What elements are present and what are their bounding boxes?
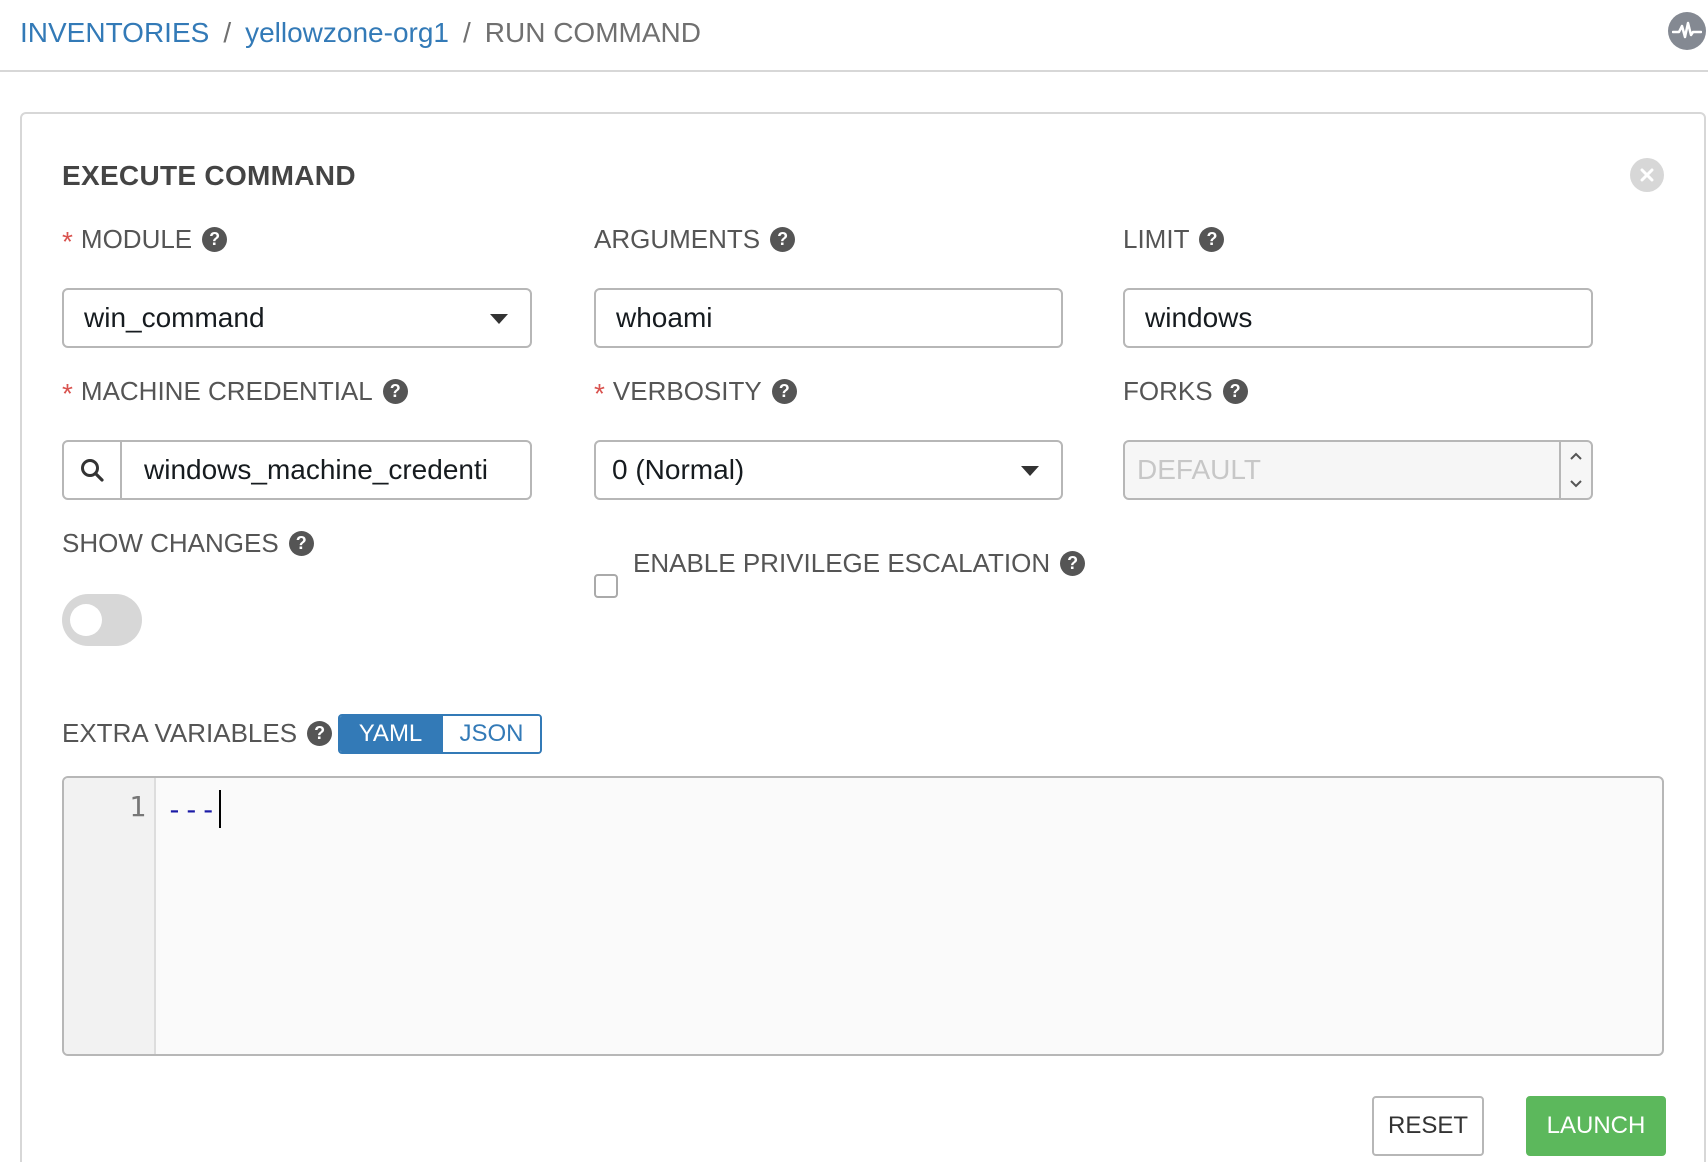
help-icon[interactable]: ? (770, 227, 796, 252)
verbosity-label-text: VERBOSITY (612, 376, 762, 406)
verbosity-select[interactable]: 0 (Normal) (594, 440, 1063, 500)
machine-credential-label-text: MACHINE CREDENTIAL (80, 376, 373, 406)
toggle-knob (70, 604, 102, 636)
machine-credential-lookup: windows_machine_credenti (62, 440, 532, 500)
module-label-text: MODULE (80, 224, 193, 254)
breadcrumb-current: RUN COMMAND (484, 17, 701, 48)
breadcrumb-inventories-link[interactable]: INVENTORIES (20, 16, 209, 50)
activity-stream-icon[interactable] (1668, 12, 1706, 50)
verbosity-label: * VERBOSITY ? (594, 376, 797, 407)
yaml-button[interactable]: YAML (340, 716, 441, 752)
arguments-label-text: ARGUMENTS (594, 224, 761, 254)
show-changes-toggle[interactable] (62, 594, 142, 646)
execute-command-panel: EXECUTE COMMAND * MODULE ? ARGUMENTS ? L… (20, 112, 1706, 1162)
privilege-escalation-label-text[interactable]: ENABLE PRIVILEGE ESCALATION (633, 548, 1050, 579)
close-icon[interactable] (1630, 158, 1664, 192)
reset-button[interactable]: RESET (1372, 1096, 1484, 1156)
caret-down-icon (1021, 466, 1039, 476)
pulse-icon (1672, 21, 1702, 39)
module-value: win_command (84, 302, 265, 333)
code-line[interactable]: --- (166, 790, 221, 828)
forks-label: FORKS ? (1123, 376, 1248, 407)
limit-input[interactable]: windows (1123, 288, 1593, 348)
help-icon[interactable]: ? (382, 379, 408, 404)
extra-variables-label-text: EXTRA VARIABLES (62, 718, 298, 748)
forks-placeholder: DEFAULT (1137, 454, 1261, 485)
help-icon[interactable]: ? (1222, 379, 1248, 404)
extra-variables-editor[interactable]: 1 --- (62, 776, 1664, 1056)
help-icon[interactable]: ? (1199, 227, 1225, 252)
verbosity-value: 0 (Normal) (612, 454, 745, 485)
launch-button[interactable]: LAUNCH (1526, 1096, 1666, 1156)
increment-button[interactable] (1561, 442, 1591, 470)
arguments-label: ARGUMENTS ? (594, 224, 796, 255)
caret-down-icon (490, 314, 508, 324)
module-select[interactable]: win_command (62, 288, 532, 348)
forks-spinner (1559, 442, 1591, 498)
json-button[interactable]: JSON (440, 716, 540, 752)
chevron-up-icon (1570, 452, 1582, 460)
required-marker: * (62, 377, 73, 409)
top-bar: INVENTORIES / yellowzone-org1 / RUN COMM… (0, 0, 1708, 72)
help-icon[interactable]: ? (771, 379, 797, 404)
machine-credential-value[interactable]: windows_machine_credenti (122, 454, 488, 486)
forks-label-text: FORKS (1123, 376, 1213, 406)
show-changes-label: SHOW CHANGES ? (62, 528, 314, 559)
show-changes-label-text: SHOW CHANGES (62, 528, 279, 558)
breadcrumb-inventory-link[interactable]: yellowzone-org1 (245, 16, 449, 50)
line-number-gutter: 1 (64, 778, 156, 1054)
chevron-down-icon (1570, 480, 1582, 488)
machine-credential-label: * MACHINE CREDENTIAL ? (62, 376, 408, 407)
text-cursor (218, 790, 221, 828)
module-label: * MODULE ? (62, 224, 228, 257)
help-icon[interactable]: ? (307, 721, 333, 746)
required-marker: * (594, 377, 605, 409)
code-content: --- (166, 792, 217, 826)
limit-label-text: LIMIT (1123, 224, 1190, 254)
breadcrumb-separator: / (223, 17, 232, 48)
limit-label: LIMIT ? (1123, 224, 1225, 255)
x-icon (1640, 168, 1654, 182)
breadcrumb-separator: / (462, 17, 471, 48)
privilege-escalation-checkbox[interactable] (594, 574, 618, 598)
limit-value: windows (1145, 302, 1253, 333)
help-icon[interactable]: ? (202, 227, 228, 252)
help-icon[interactable]: ? (1060, 551, 1086, 576)
help-icon[interactable]: ? (288, 531, 314, 556)
privilege-escalation-label: ENABLE PRIVILEGE ESCALATION ? (633, 548, 1086, 579)
required-marker: * (62, 225, 73, 257)
forks-input[interactable]: DEFAULT (1123, 440, 1593, 500)
extra-variables-label: EXTRA VARIABLES ? (62, 718, 333, 749)
arguments-value: whoami (616, 302, 713, 333)
breadcrumb: INVENTORIES / yellowzone-org1 / RUN COMM… (20, 16, 701, 50)
panel-title: EXECUTE COMMAND (62, 160, 356, 191)
line-number: 1 (129, 790, 146, 823)
arguments-input[interactable]: whoami (594, 288, 1063, 348)
format-toggle: YAML JSON (338, 714, 542, 754)
search-icon[interactable] (64, 442, 122, 498)
magnifier-icon (81, 459, 104, 482)
decrement-button[interactable] (1561, 470, 1591, 498)
